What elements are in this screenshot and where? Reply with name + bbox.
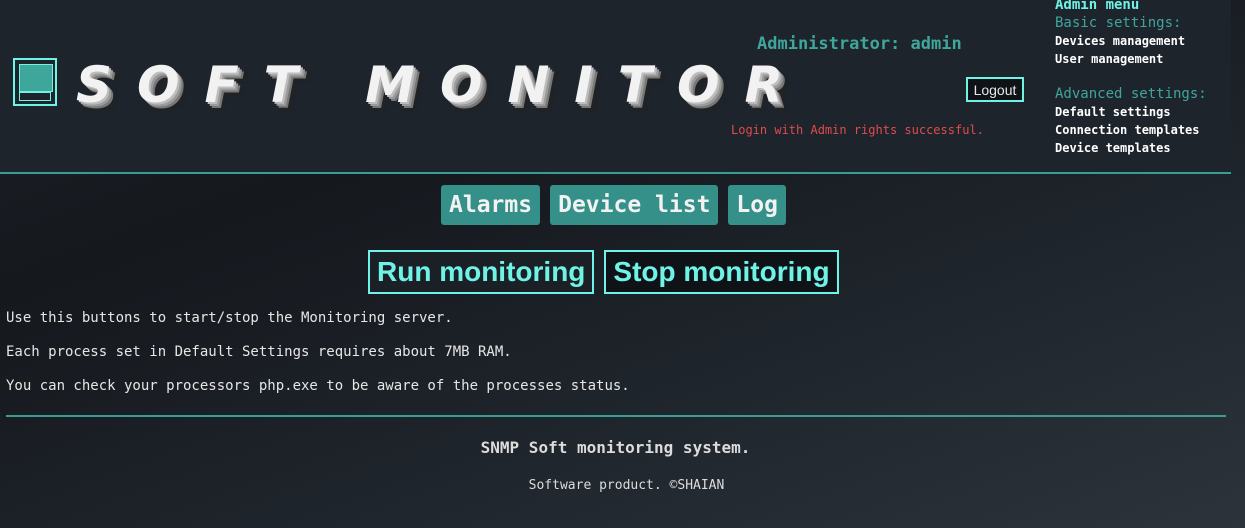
administrator-label: Administrator: admin: [757, 34, 962, 54]
info-line-process-status: You can check your processors php.exe to…: [6, 378, 630, 394]
menu-link-devices-management[interactable]: Devices management: [1055, 32, 1235, 50]
logout-button[interactable]: Logout: [966, 77, 1024, 102]
login-status-message: Login with Admin rights successful.: [731, 123, 984, 137]
admin-menu: Admin menu Basic settings: Devices manag…: [1055, 0, 1235, 157]
monitor-icon: [13, 58, 57, 106]
menu-link-default-settings[interactable]: Default settings: [1055, 103, 1235, 121]
menu-link-connection-templates[interactable]: Connection templates: [1055, 121, 1235, 139]
admin-menu-title: Admin menu: [1055, 0, 1140, 13]
run-monitoring-button[interactable]: Run monitoring: [368, 250, 595, 294]
info-line-usage: Use this buttons to start/stop the Monit…: [6, 310, 453, 326]
basic-settings-heading: Basic settings:: [1055, 15, 1182, 31]
menu-link-user-management[interactable]: User management: [1055, 50, 1235, 68]
header: SOFT MONITOR Administrator: admin Logout…: [0, 0, 1231, 174]
log-button[interactable]: Log: [728, 185, 786, 225]
advanced-settings-heading: Advanced settings:: [1055, 86, 1207, 102]
footer-title: SNMP Soft monitoring system.: [480, 438, 751, 457]
monitor-base: [19, 92, 51, 101]
menu-link-device-templates[interactable]: Device templates: [1055, 139, 1235, 157]
footer-copyright: Software product. ©SHAIAN: [528, 478, 725, 493]
monitoring-controls: Run monitoring Stop monitoring: [368, 250, 839, 294]
device-list-button[interactable]: Device list: [550, 185, 719, 225]
monitor-screen: [19, 64, 53, 92]
info-line-ram: Each process set in Default Settings req…: [6, 344, 512, 360]
stop-monitoring-button[interactable]: Stop monitoring: [604, 250, 839, 294]
app-logo-text: SOFT MONITOR: [76, 56, 809, 114]
menu-spacer: [1055, 68, 1235, 85]
alarms-button[interactable]: Alarms: [441, 185, 541, 225]
main-nav: Alarms Device list Log: [441, 185, 786, 225]
footer-divider: [6, 415, 1226, 417]
